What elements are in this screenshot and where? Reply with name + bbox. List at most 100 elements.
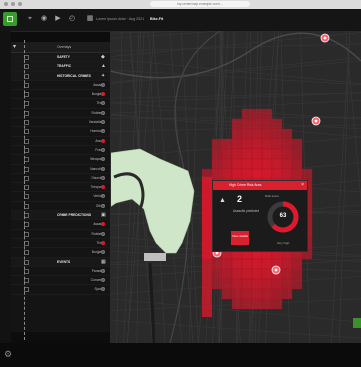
- risk-cell[interactable]: [281, 258, 293, 270]
- risk-cell[interactable]: [251, 148, 263, 160]
- risk-cell[interactable]: [281, 168, 293, 180]
- risk-cell[interactable]: [221, 148, 233, 160]
- layer-item[interactable]: Assault: [11, 220, 110, 230]
- risk-cell[interactable]: [241, 158, 253, 170]
- pin-icon[interactable]: ⌖: [26, 15, 34, 23]
- risk-cell[interactable]: [241, 108, 253, 120]
- risk-cell[interactable]: [271, 278, 283, 290]
- risk-cell[interactable]: [251, 268, 263, 280]
- risk-cell[interactable]: [251, 118, 263, 130]
- risk-cell[interactable]: [291, 138, 303, 150]
- risk-cell[interactable]: [271, 148, 283, 160]
- risk-cell[interactable]: [261, 138, 273, 150]
- risk-cell[interactable]: [231, 258, 243, 270]
- window-controls[interactable]: [4, 2, 22, 6]
- risk-cell[interactable]: [211, 138, 223, 150]
- risk-cell[interactable]: [261, 288, 273, 300]
- risk-cell[interactable]: [291, 148, 303, 160]
- layer-item[interactable]: Parades: [11, 267, 110, 277]
- risk-cell[interactable]: [271, 118, 283, 130]
- risk-cell[interactable]: [211, 148, 223, 160]
- layer-item[interactable]: Narcotics: [11, 165, 110, 174]
- risk-cell[interactable]: [251, 168, 263, 180]
- risk-cell[interactable]: [231, 138, 243, 150]
- risk-cell[interactable]: [281, 288, 293, 300]
- risk-cell[interactable]: [231, 288, 243, 300]
- calendar-icon[interactable]: ▦: [86, 15, 94, 23]
- risk-cell[interactable]: [211, 158, 223, 170]
- risk-cell[interactable]: [221, 258, 233, 270]
- risk-cell[interactable]: [241, 148, 253, 160]
- layers-icon[interactable]: ◉: [40, 15, 48, 23]
- incident-marker[interactable]: [320, 33, 330, 43]
- risk-cell[interactable]: [241, 298, 253, 310]
- layer-item[interactable]: Burglary: [11, 248, 110, 258]
- risk-cell[interactable]: [221, 158, 233, 170]
- pin-panel-icon[interactable]: ▾: [13, 43, 16, 51]
- layer-group-2[interactable]: HISTORICAL CRIMES ✦: [11, 71, 110, 81]
- risk-cell[interactable]: [251, 158, 263, 170]
- risk-cell[interactable]: [281, 138, 293, 150]
- risk-cell[interactable]: [241, 278, 253, 290]
- layer-group-0[interactable]: SAFETY ◆: [11, 53, 110, 63]
- risk-popup[interactable]: High Crime Risk Area × ▲ 2 Assaults pred…: [212, 180, 308, 252]
- risk-cell[interactable]: [261, 268, 273, 280]
- risk-cell[interactable]: [251, 298, 263, 310]
- risk-cell[interactable]: [261, 298, 273, 310]
- risk-cell[interactable]: [291, 158, 303, 170]
- risk-cell[interactable]: [211, 278, 223, 290]
- risk-cell[interactable]: [271, 298, 283, 310]
- risk-cell[interactable]: [251, 138, 263, 150]
- risk-cell[interactable]: [231, 278, 243, 290]
- layer-group-1[interactable]: TRAFFIC ▲: [11, 62, 110, 72]
- play-icon[interactable]: ▶: [54, 15, 62, 23]
- risk-cell[interactable]: [231, 128, 243, 140]
- risk-cell[interactable]: [291, 268, 303, 280]
- risk-cell[interactable]: [231, 118, 243, 130]
- layer-item[interactable]: Burglary: [11, 90, 110, 100]
- layer-item[interactable]: Concerts: [11, 276, 110, 286]
- layer-item[interactable]: Robbery: [11, 230, 110, 239]
- risk-cell[interactable]: [231, 148, 243, 160]
- risk-cell[interactable]: [241, 168, 253, 180]
- layer-item[interactable]: Arson: [11, 137, 110, 146]
- risk-cell[interactable]: [231, 158, 243, 170]
- clock-icon[interactable]: ◴: [68, 15, 76, 23]
- risk-cell[interactable]: [202, 177, 212, 317]
- risk-cell[interactable]: [261, 168, 273, 180]
- layer-item[interactable]: Trespass: [11, 183, 110, 193]
- risk-cell[interactable]: [251, 258, 263, 270]
- risk-cell[interactable]: [241, 118, 253, 130]
- risk-cell[interactable]: [281, 268, 293, 280]
- risk-cell[interactable]: [261, 258, 273, 270]
- layer-group-3[interactable]: CRIME PREDICTIONS ▣: [11, 211, 110, 221]
- risk-cell[interactable]: [271, 288, 283, 300]
- layer-item[interactable]: Vandalism: [11, 118, 110, 128]
- url-bar[interactable]: my.centermap.example.com/...: [150, 1, 250, 7]
- home-button[interactable]: [3, 12, 17, 26]
- layer-item[interactable]: Sports: [11, 285, 110, 295]
- risk-cell[interactable]: [261, 128, 273, 140]
- risk-cell[interactable]: [271, 138, 283, 150]
- view-details-button[interactable]: View details: [231, 231, 249, 245]
- gear-icon[interactable]: ⚙: [4, 349, 14, 359]
- risk-cell[interactable]: [261, 118, 273, 130]
- layer-item[interactable]: Fraud: [11, 146, 110, 156]
- risk-cell[interactable]: [291, 258, 303, 270]
- risk-cell[interactable]: [261, 148, 273, 160]
- risk-cell[interactable]: [251, 288, 263, 300]
- risk-cell[interactable]: [271, 168, 283, 180]
- layer-item[interactable]: Homicide: [11, 127, 110, 137]
- risk-cell[interactable]: [211, 168, 223, 180]
- timeline-cursor[interactable]: [24, 40, 25, 340]
- risk-cell[interactable]: [231, 268, 243, 280]
- risk-cell[interactable]: [241, 138, 253, 150]
- incident-marker[interactable]: [271, 265, 281, 275]
- close-icon[interactable]: ×: [301, 181, 304, 190]
- risk-cell[interactable]: [221, 288, 233, 300]
- layer-item[interactable]: Other: [11, 202, 110, 212]
- layer-item[interactable]: Robbery: [11, 109, 110, 119]
- risk-cell[interactable]: [271, 158, 283, 170]
- risk-cell[interactable]: [241, 258, 253, 270]
- layer-item[interactable]: Theft: [11, 239, 110, 249]
